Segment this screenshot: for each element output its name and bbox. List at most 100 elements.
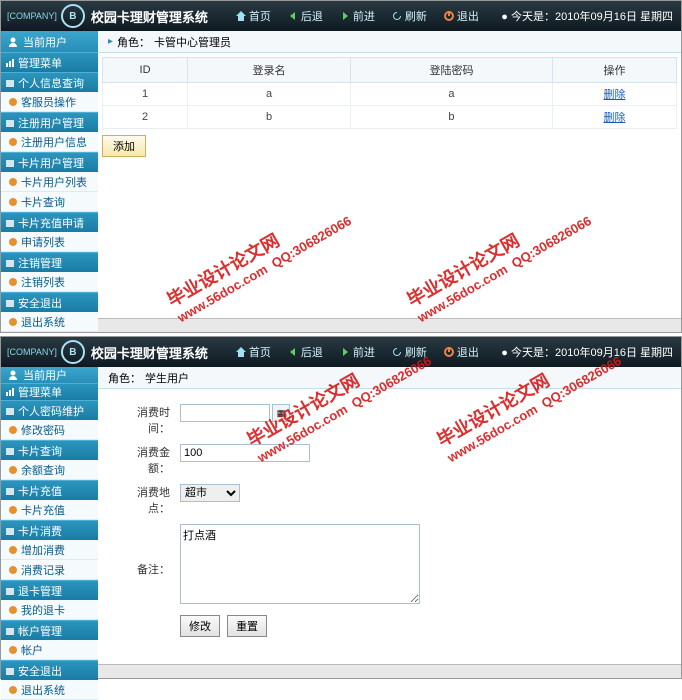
amount-label: 消费金额：	[114, 441, 174, 479]
sidebar: 当前用户 管理菜单 个人密码维护修改密码卡片查询余额查询卡片充值卡片充值卡片消费…	[1, 367, 98, 678]
folder-icon	[5, 406, 15, 416]
menu-item[interactable]: 注销列表	[1, 272, 98, 292]
delete-link[interactable]: 删除	[603, 112, 625, 124]
menu-item[interactable]: 卡片用户列表	[1, 172, 98, 192]
menu-item[interactable]: 卡片充值	[1, 500, 98, 520]
nav-home-button[interactable]: 首页	[228, 5, 278, 27]
app-title: 校园卡理财管理系统	[91, 343, 208, 362]
table-row: 2bb删除	[103, 106, 677, 129]
menu-group-header[interactable]: 个人密码维护	[1, 400, 98, 420]
menu-group-header[interactable]: 卡片充值	[1, 480, 98, 500]
chart-icon	[5, 387, 15, 397]
app-title: 校园卡理财管理系统	[91, 7, 208, 26]
submit-button[interactable]: 修改	[180, 615, 220, 637]
menu-group-header[interactable]: 帐户管理	[1, 620, 98, 640]
sidebar: 当前用户 管理菜单 个人信息查询客服员操作注册用户管理注册用户信息卡片用户管理卡…	[1, 31, 98, 332]
folder-icon	[5, 626, 15, 636]
menu-item[interactable]: 客服员操作	[1, 92, 98, 112]
menu-item[interactable]: 退出系统	[1, 312, 98, 332]
menu-item[interactable]: 申请列表	[1, 232, 98, 252]
delete-link[interactable]: 删除	[603, 89, 625, 101]
chart-icon	[5, 58, 15, 68]
menu-item[interactable]: 余额查询	[1, 460, 98, 480]
time-label: 消费时间：	[114, 401, 174, 439]
menu-item[interactable]: 帐户	[1, 640, 98, 660]
logout-icon	[443, 10, 455, 22]
bullet-icon	[9, 98, 17, 106]
menu-item[interactable]: 注册用户信息	[1, 132, 98, 152]
home-icon	[235, 10, 247, 22]
nav-home-button[interactable]: 首页	[228, 341, 278, 363]
user-icon	[7, 36, 19, 48]
menu-item[interactable]: 退出系统	[1, 680, 98, 700]
nav-logout-button[interactable]: 退出	[436, 341, 486, 363]
bullet-icon	[9, 178, 17, 186]
folder-icon	[5, 446, 15, 456]
bullet-icon	[9, 466, 17, 474]
user-icon	[7, 369, 19, 381]
place-select[interactable]: 超市	[180, 484, 240, 502]
folder-icon	[5, 298, 15, 308]
bullet-icon	[9, 566, 17, 574]
logo-icon: B	[61, 4, 85, 28]
table-row: 1aa删除	[103, 83, 677, 106]
menu-group-header[interactable]: 安全退出	[1, 292, 98, 312]
add-button[interactable]: 添加	[102, 135, 146, 157]
nav-logout-button[interactable]: 退出	[436, 5, 486, 27]
nav-refresh-button[interactable]: 刷新	[384, 341, 434, 363]
table-header: 登录名	[188, 58, 351, 83]
time-input[interactable]	[180, 404, 270, 422]
bullet-icon	[9, 278, 17, 286]
breadcrumb: ▸ 角色：卡管中心管理员	[98, 31, 681, 53]
reset-button[interactable]: 重置	[227, 615, 267, 637]
amount-input[interactable]	[180, 444, 310, 462]
menu-item[interactable]: 修改密码	[1, 420, 98, 440]
folder-icon	[5, 158, 15, 168]
horizontal-scrollbar[interactable]	[98, 664, 681, 678]
menu-title: 管理菜单	[1, 52, 98, 72]
table-header: 操作	[552, 58, 676, 83]
folder-icon	[5, 586, 15, 596]
menu-group-header[interactable]: 安全退出	[1, 660, 98, 680]
logout-icon	[443, 346, 455, 358]
bullet-icon	[9, 238, 17, 246]
horizontal-scrollbar[interactable]	[98, 318, 681, 332]
logo-icon: B	[61, 340, 85, 364]
nav-back-button[interactable]: 后退	[280, 5, 330, 27]
bullet-icon	[9, 506, 17, 514]
folder-icon	[5, 666, 15, 676]
consume-form: 消费时间： ▦ 消费金额： 消费地点： 超市 备注：	[112, 399, 426, 642]
menu-group-header[interactable]: 注销管理	[1, 252, 98, 272]
calendar-icon[interactable]: ▦	[272, 404, 290, 422]
menu-group-header[interactable]: 退卡管理	[1, 580, 98, 600]
folder-icon	[5, 218, 15, 228]
nav-forward-button[interactable]: 前进	[332, 341, 382, 363]
menu-group-header[interactable]: 卡片用户管理	[1, 152, 98, 172]
bullet-icon	[9, 646, 17, 654]
folder-icon	[5, 258, 15, 268]
menu-group-header[interactable]: 卡片充值申请	[1, 212, 98, 232]
folder-icon	[5, 78, 15, 88]
folder-icon	[5, 486, 15, 496]
bullet-icon	[9, 606, 17, 614]
refresh-icon	[391, 10, 403, 22]
nav-forward-button[interactable]: 前进	[332, 5, 382, 27]
menu-group-header[interactable]: 个人信息查询	[1, 72, 98, 92]
company-badge: [COMPANY]	[7, 11, 57, 21]
menu-group-header[interactable]: 卡片消费	[1, 520, 98, 540]
sidebar-current-user: 当前用户	[1, 31, 98, 52]
menu-group-header[interactable]: 卡片查询	[1, 440, 98, 460]
menu-item[interactable]: 我的退卡	[1, 600, 98, 620]
nav-back-button[interactable]: 后退	[280, 341, 330, 363]
menu-group-header[interactable]: 注册用户管理	[1, 112, 98, 132]
top-bar: [COMPANY] B 校园卡理财管理系统 首页 后退 前进 刷新 退出 ● 今…	[1, 1, 681, 31]
menu-item[interactable]: 卡片查询	[1, 192, 98, 212]
menu-item[interactable]: 增加消费	[1, 540, 98, 560]
bullet-icon	[9, 686, 17, 694]
menu-item[interactable]: 消费记录	[1, 560, 98, 580]
home-icon	[235, 346, 247, 358]
date-display: ● 今天是：2010年09月16日 星期四	[501, 8, 673, 24]
remark-textarea[interactable]	[180, 524, 420, 604]
nav-refresh-button[interactable]: 刷新	[384, 5, 434, 27]
sidebar-current-user: 当前用户	[1, 367, 98, 383]
